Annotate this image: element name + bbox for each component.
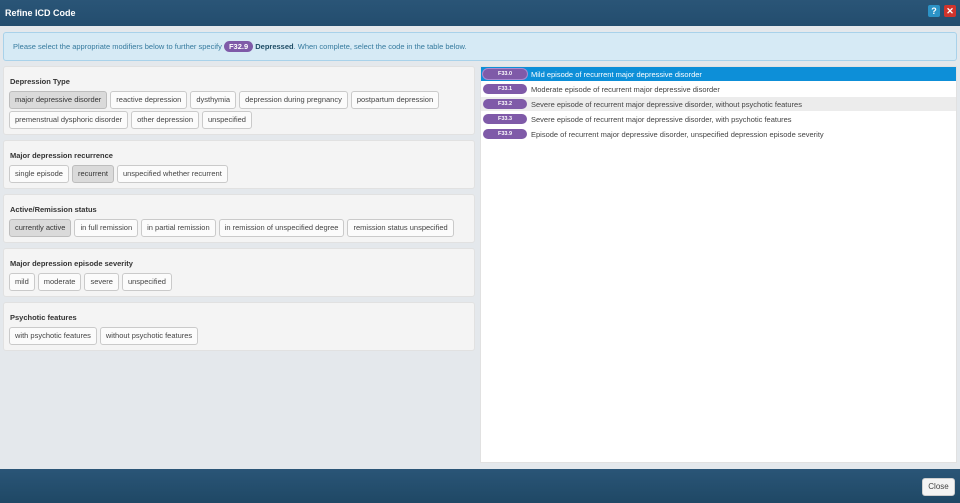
icd-code-badge: F33.1 [483, 84, 527, 94]
icd-code-badge: F33.3 [483, 114, 527, 124]
modifier-options: major depressive disorder reactive depres… [9, 91, 469, 129]
icd-code-badge: F33.0 [483, 69, 527, 79]
modifier-option-button[interactable]: single episode [9, 165, 69, 183]
modifier-group-title: Psychotic features [10, 313, 77, 322]
code-description: Episode of recurrent major depressive di… [531, 129, 824, 139]
code-row[interactable]: F33.0 Mild episode of recurrent major dep… [481, 67, 956, 81]
modifier-option-button[interactable]: in full remission [74, 219, 139, 237]
modifier-option-button[interactable]: postpartum depression [350, 91, 440, 109]
code-row[interactable]: F33.1 Moderate episode of recurrent major… [481, 82, 956, 96]
modifier-group: Psychotic features with psychotic feature… [3, 302, 475, 351]
dialog-title: Refine ICD Code [5, 8, 76, 18]
modifier-group-title: Active/Remission status [10, 205, 97, 214]
source-code-badge: F32.9 [223, 41, 254, 52]
modifier-option-button[interactable]: premenstrual dysphoric disorder [9, 111, 129, 129]
modifier-group-title: Depression Type [10, 77, 70, 86]
modifier-option-button[interactable]: remission status unspecified [347, 219, 454, 237]
code-description: Severe episode of recurrent major depres… [531, 99, 802, 109]
instruction-banner: Please select the appropriate modifiers … [3, 32, 957, 61]
modifier-option-button[interactable]: moderate [37, 273, 82, 291]
modifier-option-button[interactable]: without psychotic features [99, 327, 199, 345]
modifier-group-title: Major depression episode severity [10, 259, 133, 268]
modifier-options: mild moderate severe unspecified [9, 273, 469, 291]
modifier-options: with psychotic features without psychotic… [9, 327, 469, 345]
modifier-option-button[interactable]: with psychotic features [9, 327, 97, 345]
close-icon[interactable]: ✕ [944, 5, 956, 17]
modifier-option-button[interactable]: severe [84, 273, 119, 291]
modifier-option-button[interactable]: reactive depression [110, 91, 188, 109]
modifier-option-button[interactable]: major depressive disorder [9, 91, 108, 109]
dialog-titlebar: Refine ICD Code ? ✕ [0, 0, 960, 26]
dialog-footer: Close [0, 469, 960, 503]
code-description: Moderate episode of recurrent major depr… [531, 84, 720, 94]
icd-code-badge: F33.9 [483, 129, 527, 139]
code-row[interactable]: F33.3 Severe episode of recurrent major d… [481, 112, 956, 126]
modifier-option-button[interactable]: in remission of unspecified degree [218, 219, 345, 237]
modifier-group: Active/Remission status currently active i… [3, 194, 475, 243]
modifier-option-button[interactable]: mild [9, 273, 35, 291]
code-table: F33.0 Mild episode of recurrent major dep… [480, 66, 957, 463]
modifier-options: single episode recurrent unspecified wheth… [9, 165, 469, 183]
modifier-option-button[interactable]: dysthymia [190, 91, 237, 109]
code-row[interactable]: F33.2 Severe episode of recurrent major d… [481, 97, 956, 111]
modifier-option-button[interactable]: unspecified [121, 273, 172, 291]
modifier-group: Major depression episode severity mild mod… [3, 248, 475, 297]
modifier-option-button[interactable]: other depression [131, 111, 200, 129]
help-icon[interactable]: ? [928, 5, 940, 17]
icd-code-badge: F33.2 [483, 99, 527, 109]
code-description: Mild episode of recurrent major depressi… [531, 69, 702, 79]
modifier-group-title: Major depression recurrence [10, 151, 113, 160]
modifier-options: currently active in full remission in part… [9, 219, 469, 237]
modifier-option-button[interactable]: unspecified whether recurrent [116, 165, 228, 183]
source-term: Depressed [255, 42, 294, 51]
code-row[interactable]: F33.9 Episode of recurrent major depressi… [481, 127, 956, 141]
modifier-group: Depression Type major depressive disorder… [3, 66, 475, 135]
modifier-option-button[interactable]: unspecified [202, 111, 252, 129]
modifier-option-button[interactable]: in partial remission [141, 219, 216, 237]
modifier-panel: Depression Type major depressive disorder… [3, 66, 475, 356]
modifier-option-button[interactable]: recurrent [71, 165, 114, 183]
code-description: Severe episode of recurrent major depres… [531, 114, 792, 124]
instruction-suffix: . When complete, select the code in the … [293, 42, 467, 51]
close-button[interactable]: Close [922, 478, 955, 496]
modifier-option-button[interactable]: currently active [9, 219, 72, 237]
modifier-group: Major depression recurrence single episod… [3, 140, 475, 189]
instruction-prefix: Please select the appropriate modifiers … [13, 42, 222, 51]
modifier-option-button[interactable]: depression during pregnancy [239, 91, 348, 109]
